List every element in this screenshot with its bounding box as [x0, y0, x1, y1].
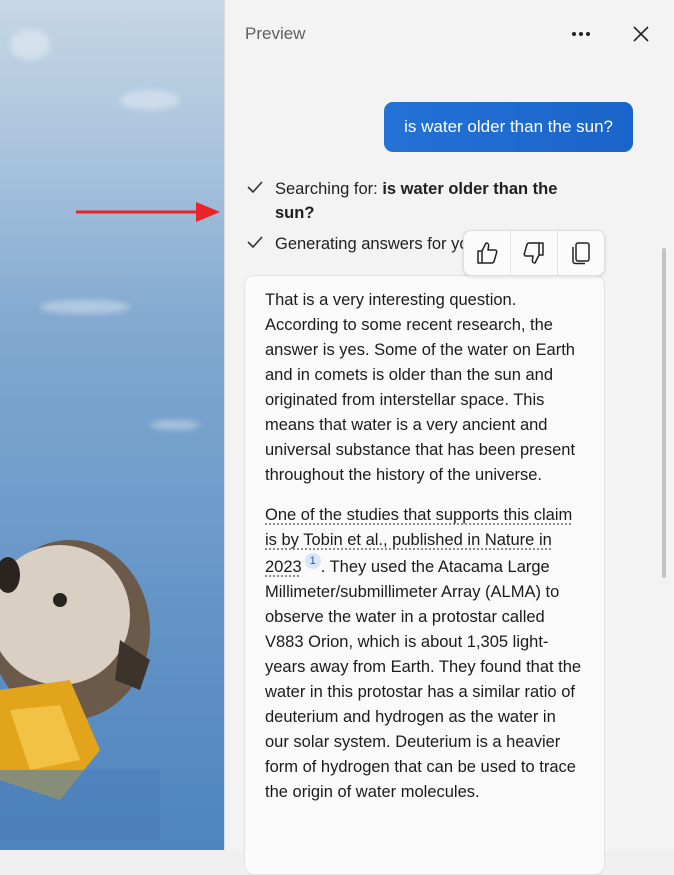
- progress-step-generating: Generating answers for you: [247, 232, 477, 256]
- answer-paragraph: That is a very interesting question. Acc…: [265, 288, 584, 488]
- scrollbar[interactable]: [662, 248, 666, 578]
- more-horizontal-icon: [571, 31, 591, 37]
- more-options-button[interactable]: [565, 18, 597, 50]
- answer-paragraph: One of the studies that supports this cl…: [265, 503, 584, 805]
- close-button[interactable]: [625, 18, 657, 50]
- copy-button[interactable]: [558, 231, 604, 275]
- checkmark-icon: [247, 232, 275, 256]
- progress-step-searching: Searching for: is water older than the s…: [247, 177, 575, 225]
- close-icon: [633, 26, 649, 42]
- progress-text: Generating answers for you: [275, 232, 477, 256]
- dislike-button[interactable]: [511, 231, 557, 275]
- preview-panel: Preview is water older than the sun? Sea…: [224, 0, 674, 850]
- red-arrow-annotation: [74, 200, 224, 224]
- feedback-toolbar: [463, 230, 605, 276]
- answer-text: . They used the Atacama Large Millimeter…: [265, 558, 581, 801]
- user-message-bubble: is water older than the sun?: [384, 102, 633, 152]
- progress-prefix: Searching for:: [275, 180, 382, 198]
- panel-title: Preview: [245, 24, 305, 44]
- otter-image: [0, 520, 160, 840]
- checkmark-icon: [247, 177, 275, 201]
- desktop-wallpaper: [0, 0, 224, 850]
- copy-icon: [571, 241, 591, 265]
- like-button[interactable]: [464, 231, 510, 275]
- thumbs-down-icon: [523, 241, 545, 265]
- thumbs-up-icon: [476, 241, 498, 265]
- answer-card: That is a very interesting question. Acc…: [244, 275, 605, 875]
- citation-badge[interactable]: 1: [305, 553, 321, 569]
